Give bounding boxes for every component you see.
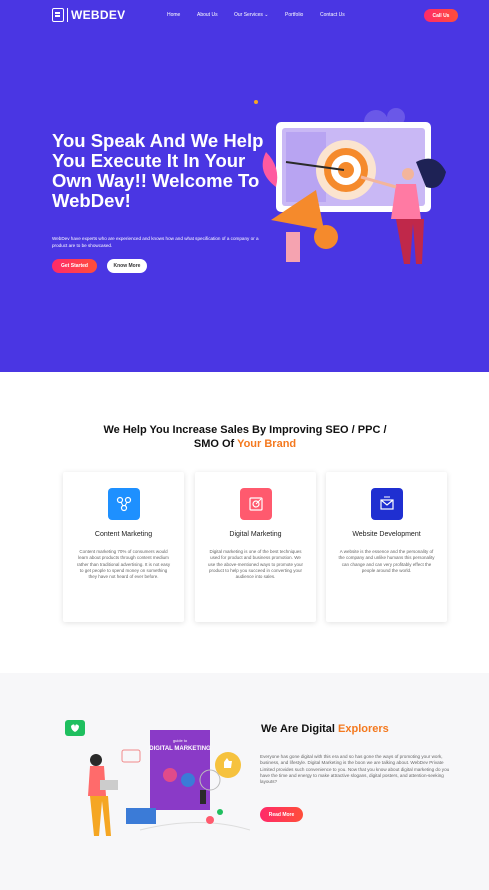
card-description: A website is the essence and the persona… [338,549,435,573]
hero-title: You Speak And We Help You Execute It In … [52,130,264,211]
call-us-button[interactable]: Call Us [424,9,458,22]
digital-marketing-icon [240,488,272,520]
hero-section: WEBDEV Home About Us Our Services ⌄ Port… [0,0,489,372]
explorers-heading: We Are Digital Explorers [261,723,389,735]
service-card-content-marketing[interactable]: Content Marketing Content marketing 70% … [63,472,184,622]
services-heading: We Help You Increase Sales By Improving … [100,423,390,451]
nav-link-portfolio[interactable]: Portfolio [285,12,303,18]
card-description: Content marketing 70% of consumers would… [76,549,171,580]
book-small-label: guide to [173,738,188,743]
logo-icon [52,8,64,22]
content-marketing-icon [108,488,140,520]
services-heading-accent: Your Brand [237,438,297,450]
card-title: Digital Marketing [229,531,282,538]
digital-marketing-illustration: guide to DIGITAL MARKETING [65,720,250,836]
nav-link-contact[interactable]: Contact Us [320,12,345,18]
explorers-description: Everyone has gone digital with this era … [260,754,450,785]
know-more-button[interactable]: Know More [107,259,147,273]
nav-link-services[interactable]: Our Services ⌄ [234,12,268,18]
explorers-heading-accent: Explorers [338,723,389,735]
explorers-heading-main: We Are Digital [261,723,339,735]
card-description: Digital marketing is one of the best tec… [207,549,304,580]
book-title-label: DIGITAL MARKETING [149,746,211,752]
nav-link-home[interactable]: Home [167,12,180,18]
website-development-icon [371,488,403,520]
card-title: Website Development [352,531,421,538]
nav-link-about[interactable]: About Us [197,12,218,18]
service-card-digital-marketing[interactable]: Digital Marketing Digital marketing is o… [195,472,316,622]
read-more-button[interactable]: Read More [260,807,303,822]
top-nav: WEBDEV Home About Us Our Services ⌄ Port… [0,0,489,32]
get-started-button[interactable]: Get Started [52,259,97,273]
brand-name: WEBDEV [67,8,125,22]
hero-target-illustration [254,100,446,264]
brand-logo[interactable]: WEBDEV [52,8,125,22]
hero-description: WebDev have experts who are experienced … [52,236,259,248]
service-card-website-development[interactable]: Website Development A website is the ess… [326,472,447,622]
card-title: Content Marketing [94,531,153,538]
